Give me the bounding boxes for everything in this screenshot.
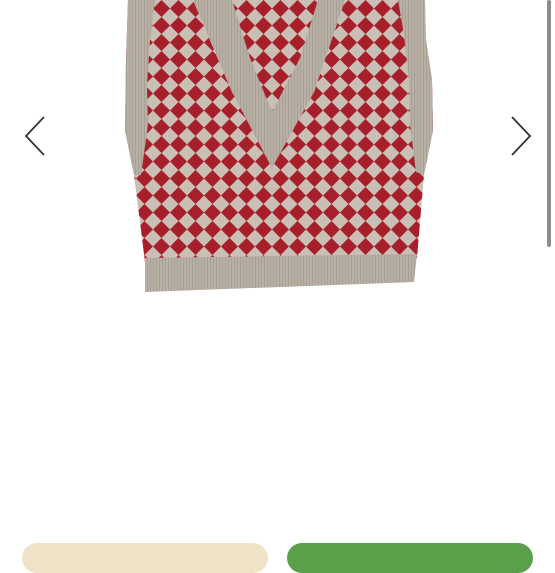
chevron-right-icon bbox=[511, 116, 532, 156]
product-image-gallery[interactable] bbox=[0, 0, 555, 555]
product-image bbox=[125, 0, 433, 292]
vest-hem bbox=[145, 254, 417, 292]
next-image-button[interactable] bbox=[504, 110, 538, 162]
chevron-left-icon bbox=[24, 116, 45, 156]
previous-image-button[interactable] bbox=[18, 110, 52, 162]
secondary-action-button[interactable] bbox=[22, 543, 268, 573]
bottom-action-bar bbox=[0, 543, 555, 573]
primary-action-button[interactable] bbox=[287, 543, 533, 573]
scrollbar[interactable] bbox=[547, 0, 551, 247]
